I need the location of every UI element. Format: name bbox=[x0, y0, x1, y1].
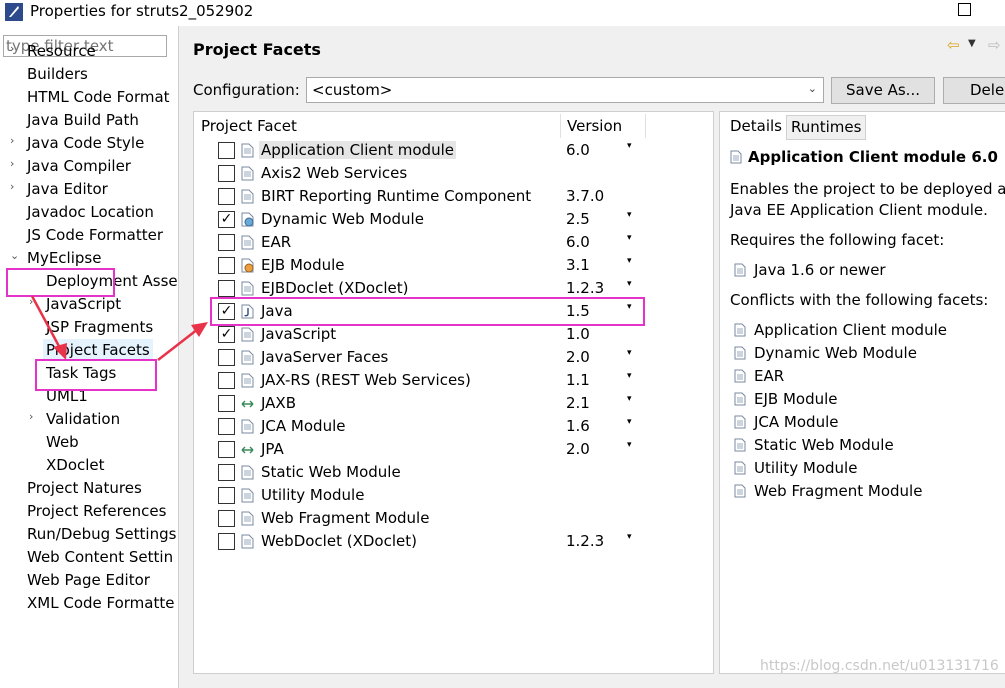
watermark: https://blog.csdn.net/u013131716 bbox=[760, 658, 999, 674]
annotation-arrows bbox=[30, 295, 208, 361]
arrow-facets-to-java bbox=[157, 322, 208, 361]
arrow-myeclipse-to-facets bbox=[30, 295, 67, 360]
